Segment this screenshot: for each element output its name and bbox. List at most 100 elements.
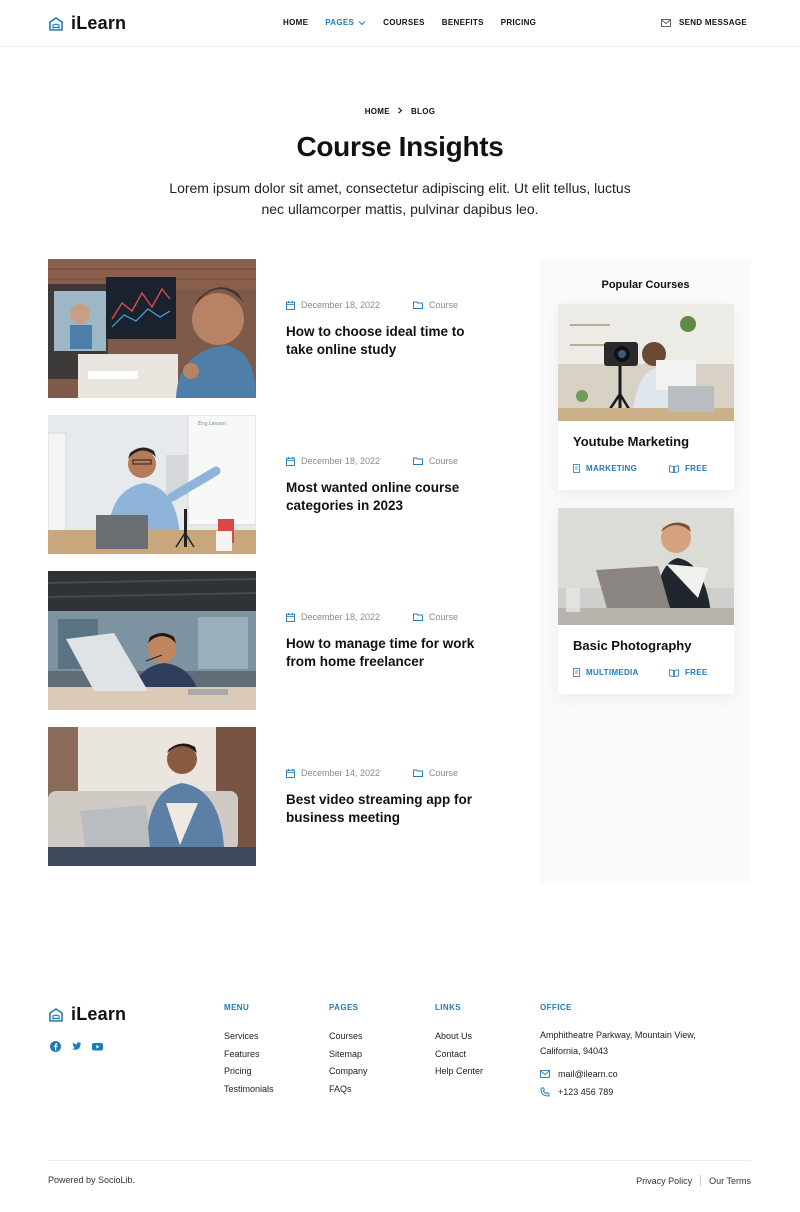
footer-link-services[interactable]: Services	[224, 1028, 274, 1046]
chevron-right-icon	[398, 107, 403, 114]
office-email[interactable]: mail@ilearn.co	[540, 1069, 730, 1079]
footer-link-testimonials[interactable]: Testimonials	[224, 1081, 274, 1099]
book-icon	[669, 464, 679, 473]
footer-logo[interactable]: iLearn	[48, 1004, 126, 1025]
office-phone[interactable]: +123 456 789	[540, 1087, 730, 1097]
post-category-text: Course	[429, 612, 459, 622]
post-meta: December 18, 2022 Course	[286, 456, 458, 466]
post-image[interactable]	[48, 571, 256, 710]
social-links	[50, 1041, 103, 1052]
breadcrumb: HOME BLOG	[0, 107, 800, 116]
phone-icon	[540, 1087, 550, 1097]
post-photo	[48, 259, 256, 398]
document-icon	[573, 668, 580, 677]
course-photo	[558, 304, 734, 421]
breadcrumb-current: BLOG	[410, 107, 436, 116]
post-image[interactable]: Eng.Lesson	[48, 415, 256, 554]
post-category[interactable]: Course	[413, 768, 458, 778]
header-logo[interactable]: iLearn	[48, 13, 126, 34]
post-meta: December 18, 2022 Course	[286, 612, 458, 622]
footer-link-help[interactable]: Help Center	[435, 1063, 483, 1081]
post-date: December 18, 2022	[286, 300, 413, 310]
post-category[interactable]: Course	[413, 300, 458, 310]
send-message-label: SEND MESSAGE	[678, 18, 747, 27]
office-address: Amphitheatre Parkway, Mountain View, Cal…	[540, 1030, 696, 1056]
logo-text: iLearn	[71, 1004, 127, 1024]
course-card[interactable]: Basic Photography MULTIMEDIA FREE	[558, 508, 734, 694]
popular-courses-sidebar: Popular Courses Youtube Marketing MARKET…	[540, 259, 751, 883]
page-subtitle: Lorem ipsum dolor sit amet, consectetur …	[169, 180, 631, 217]
nav-label-courses: COURSES	[383, 18, 425, 27]
post-image[interactable]	[48, 259, 256, 398]
post-date-text: December 18, 2022	[301, 456, 381, 466]
footer-link-features[interactable]: Features	[224, 1046, 274, 1064]
course-title[interactable]: Basic Photography	[573, 638, 691, 653]
blog-post[interactable]: December 18, 2022 Course How to choose i…	[48, 259, 508, 398]
footer-office-heading: OFFICE	[540, 1003, 572, 1012]
footer-link-sitemap[interactable]: Sitemap	[329, 1046, 368, 1064]
nav-item-courses[interactable]: COURSES	[383, 18, 425, 27]
footer-link-company[interactable]: Company	[329, 1063, 368, 1081]
folder-icon	[413, 613, 423, 621]
course-tags: MARKETING FREE	[573, 464, 708, 473]
facebook-icon[interactable]	[50, 1041, 61, 1052]
envelope-icon	[540, 1070, 550, 1078]
course-title[interactable]: Youtube Marketing	[573, 434, 689, 449]
post-date-text: December 18, 2022	[301, 300, 381, 310]
post-image[interactable]	[48, 727, 256, 866]
post-title[interactable]: Most wanted online course categories in …	[286, 479, 486, 515]
course-category-text: MARKETING	[586, 464, 638, 473]
blog-post[interactable]: December 18, 2022 Course How to manage t…	[48, 571, 508, 710]
folder-icon	[413, 769, 423, 777]
course-price-text: FREE	[685, 668, 708, 677]
nav-item-home[interactable]: HOME	[283, 18, 308, 27]
send-message-button[interactable]: SEND MESSAGE	[660, 18, 747, 27]
post-category[interactable]: Course	[413, 612, 458, 622]
twitter-icon[interactable]	[71, 1041, 82, 1052]
document-icon	[573, 464, 580, 473]
calendar-icon	[286, 612, 295, 622]
terms-link[interactable]: Our Terms	[709, 1176, 751, 1186]
footer-link-pricing[interactable]: Pricing	[224, 1063, 274, 1081]
post-category-text: Course	[429, 300, 459, 310]
post-title[interactable]: How to manage time for work from home fr…	[286, 635, 486, 671]
breadcrumb-home[interactable]: HOME	[365, 107, 390, 116]
post-category[interactable]: Course	[413, 456, 458, 466]
post-date-text: December 18, 2022	[301, 612, 381, 622]
main-nav: HOME PAGES COURSES BENEFITS PRICING	[283, 18, 536, 27]
nav-item-pricing[interactable]: PRICING	[501, 18, 536, 27]
footer-link-contact[interactable]: Contact	[435, 1046, 483, 1064]
privacy-policy-link[interactable]: Privacy Policy	[636, 1176, 692, 1186]
course-image[interactable]	[558, 304, 734, 421]
footer-pages-heading: PAGES	[329, 1003, 359, 1012]
post-title[interactable]: How to choose ideal time to take online …	[286, 323, 486, 359]
course-tags: MULTIMEDIA FREE	[573, 668, 708, 677]
nav-label-benefits: BENEFITS	[441, 18, 484, 27]
nav-item-benefits[interactable]: BENEFITS	[442, 18, 484, 27]
nav-item-pages[interactable]: PAGES	[325, 18, 366, 27]
blog-post[interactable]: Eng.Lesson December 18, 2022 Course Most…	[48, 415, 508, 554]
youtube-icon[interactable]	[92, 1041, 103, 1052]
course-price-text: FREE	[685, 464, 708, 473]
course-image[interactable]	[558, 508, 734, 625]
post-title[interactable]: Best video streaming app for business me…	[286, 791, 486, 827]
footer-link-faqs[interactable]: FAQs	[329, 1081, 368, 1099]
legal-separator	[700, 1175, 702, 1186]
post-date-text: December 14, 2022	[301, 768, 381, 778]
blog-post[interactable]: December 14, 2022 Course Best video stre…	[48, 727, 508, 866]
course-category: MULTIMEDIA	[573, 668, 669, 677]
svg-text:Eng.Lesson: Eng.Lesson	[198, 421, 226, 427]
footer-link-about[interactable]: About Us	[435, 1028, 483, 1046]
post-meta: December 14, 2022 Course	[286, 768, 458, 778]
footer-divider	[48, 1160, 751, 1161]
folder-icon	[413, 301, 423, 309]
logo-icon	[49, 1007, 63, 1022]
course-card[interactable]: Youtube Marketing MARKETING FREE	[558, 304, 734, 490]
footer-link-courses[interactable]: Courses	[329, 1028, 368, 1046]
sidebar-title: Popular Courses	[601, 279, 690, 291]
course-category-text: MULTIMEDIA	[586, 668, 639, 677]
office-phone-text: +123 456 789	[558, 1087, 614, 1097]
office-email-text: mail@ilearn.co	[558, 1069, 618, 1079]
chevron-down-icon	[358, 20, 366, 25]
page-title: Course Insights	[296, 131, 504, 162]
